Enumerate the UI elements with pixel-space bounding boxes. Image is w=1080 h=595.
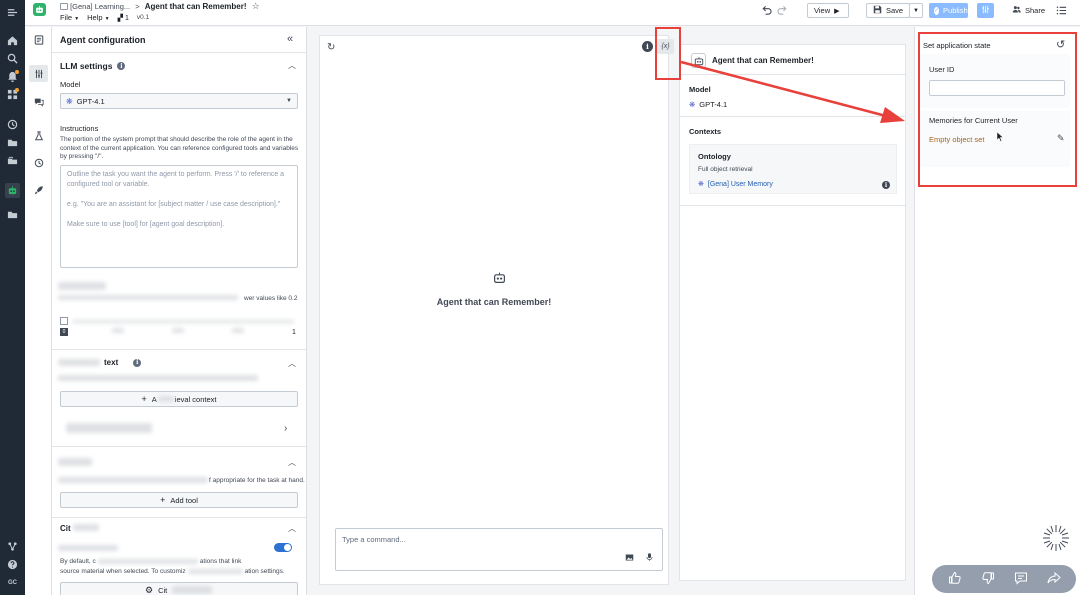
annotation-arrow	[680, 60, 905, 123]
comment-icon[interactable]	[1014, 571, 1028, 587]
thumbs-down-icon[interactable]	[981, 571, 995, 587]
share-arrow-icon[interactable]	[1047, 571, 1061, 587]
loading-spinner-icon	[1042, 524, 1070, 554]
thumbs-up-icon[interactable]	[948, 571, 962, 587]
feedback-toolbar	[932, 565, 1076, 593]
